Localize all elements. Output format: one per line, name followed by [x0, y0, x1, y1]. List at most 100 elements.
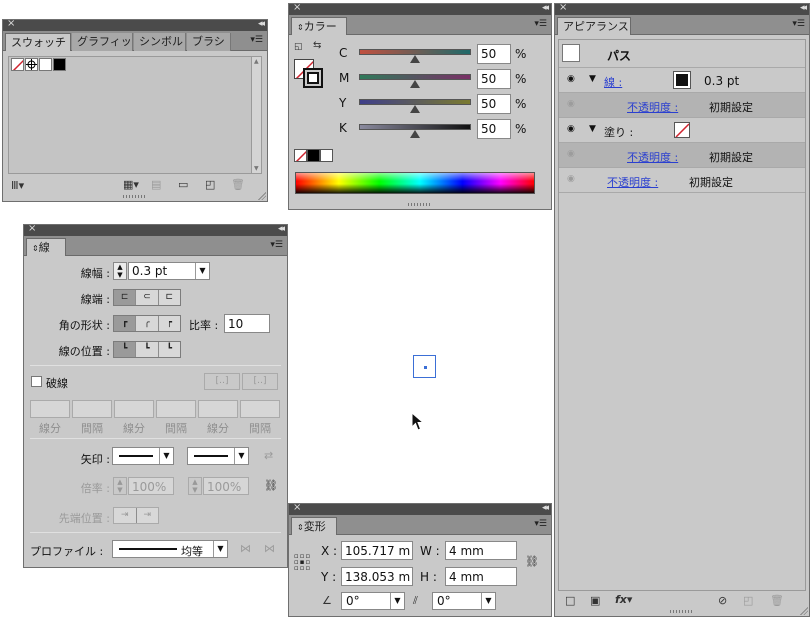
- resize-handle[interactable]: [258, 192, 266, 200]
- tab-transform[interactable]: ⇕変形: [291, 517, 337, 535]
- fill-color-swatch[interactable]: [674, 122, 690, 138]
- channel-input-m[interactable]: 50: [477, 69, 511, 89]
- eye-icon[interactable]: ◉: [567, 100, 579, 109]
- round-cap-icon[interactable]: ⊂: [136, 290, 159, 305]
- delete-swatch-icon[interactable]: 🗑: [231, 179, 245, 191]
- shear-angle-select[interactable]: 0° ▼: [432, 592, 496, 610]
- add-new-fill-icon[interactable]: ▣: [590, 595, 600, 607]
- channel-input-y[interactable]: 50: [477, 94, 511, 114]
- dropdown-arrow-icon[interactable]: ▼: [481, 593, 495, 609]
- scale-end-input[interactable]: 100%: [203, 477, 249, 495]
- channel-input-k[interactable]: 50: [477, 119, 511, 139]
- add-effect-icon[interactable]: fx▾: [615, 594, 632, 606]
- close-icon[interactable]: ×: [28, 223, 36, 235]
- dropdown-arrow-icon[interactable]: ▼: [159, 448, 173, 464]
- clear-appearance-icon[interactable]: ⊘: [718, 595, 727, 607]
- swatch-library-icon[interactable]: Ⅲ▾: [11, 180, 24, 192]
- quick-white-swatch[interactable]: [320, 149, 333, 162]
- duplicate-item-icon[interactable]: ◰: [743, 595, 753, 607]
- quick-none-swatch[interactable]: [294, 149, 307, 162]
- align-center-icon[interactable]: ┗: [114, 342, 137, 357]
- resize-handle[interactable]: [800, 607, 808, 615]
- swatches-titlebar[interactable]: × ◂◂: [3, 18, 267, 31]
- panel-menu-icon[interactable]: ▾☰: [534, 19, 547, 29]
- add-new-stroke-icon[interactable]: □: [565, 595, 575, 607]
- arrowhead-start-select[interactable]: ▼: [112, 447, 174, 465]
- scale-start-stepper[interactable]: ▲ ▼: [113, 477, 127, 495]
- stroke-titlebar[interactable]: × ◂◂: [24, 223, 287, 236]
- weight-stepper[interactable]: ▲ ▼: [113, 262, 127, 280]
- appearance-stroke-opacity-row[interactable]: ◉ 不透明度 : 初期設定: [559, 93, 805, 118]
- quick-black-swatch[interactable]: [307, 149, 320, 162]
- appearance-fill-opacity-row[interactable]: ◉ 不透明度 : 初期設定: [559, 143, 805, 168]
- stroke-link[interactable]: 線 :: [604, 74, 622, 90]
- swatch-scrollbar[interactable]: ▲ ▼: [251, 57, 261, 173]
- collapse-icon[interactable]: ◂◂: [542, 2, 549, 14]
- appearance-opacity-row[interactable]: ◉ 不透明度 : 初期設定: [559, 168, 805, 193]
- swatch-registration[interactable]: [25, 58, 38, 71]
- panel-grip[interactable]: [670, 610, 694, 613]
- channel-input-c[interactable]: 50: [477, 44, 511, 64]
- swatch-black[interactable]: [53, 58, 66, 71]
- opacity-link[interactable]: 不透明度 :: [607, 174, 658, 190]
- slider-y-thumb[interactable]: [410, 105, 420, 113]
- color-spectrum[interactable]: [295, 172, 535, 194]
- stroke-indicator[interactable]: [303, 68, 323, 88]
- dropdown-arrow-icon[interactable]: ▼: [195, 263, 209, 279]
- rotate-angle-select[interactable]: 0° ▼: [341, 592, 405, 610]
- arrowhead-end-select[interactable]: ▼: [187, 447, 249, 465]
- selected-path-bounding-box[interactable]: [413, 355, 436, 378]
- panel-grip[interactable]: [408, 203, 432, 206]
- disclosure-triangle-icon[interactable]: ▼: [589, 124, 596, 134]
- collapse-icon[interactable]: ◂◂: [258, 18, 265, 30]
- default-fill-stroke-icon[interactable]: ◱: [294, 41, 303, 53]
- collapse-icon[interactable]: ◂◂: [800, 2, 807, 14]
- appearance-titlebar[interactable]: × ◂◂: [555, 2, 809, 15]
- dashed-checkbox[interactable]: [31, 376, 42, 387]
- reference-point-icon[interactable]: ▫▫▫ ▫▪▫ ▫▫▫: [294, 553, 314, 573]
- h-input[interactable]: 4 mm: [445, 567, 517, 586]
- scale-end-stepper[interactable]: ▲ ▼: [188, 477, 202, 495]
- swatch-none[interactable]: [11, 58, 24, 71]
- align-outside-icon[interactable]: ┗: [159, 342, 180, 357]
- dropdown-arrow-icon[interactable]: ▼: [234, 448, 248, 464]
- y-input[interactable]: 138.053 m: [341, 567, 413, 586]
- flip-across-icon[interactable]: ⋈: [264, 543, 275, 555]
- appearance-fill-row[interactable]: ◉ ▼ 塗り :: [559, 118, 805, 143]
- close-icon[interactable]: ×: [7, 18, 15, 30]
- show-kinds-icon[interactable]: ▦▾: [123, 179, 139, 191]
- gap-input-3[interactable]: [240, 400, 280, 418]
- weight-combo[interactable]: 0.3 pt ▼: [128, 262, 210, 280]
- panel-menu-icon[interactable]: ▾☰: [270, 240, 283, 250]
- dash-input-3[interactable]: [198, 400, 238, 418]
- tab-color[interactable]: ⇕カラー: [291, 17, 347, 35]
- tab-stroke[interactable]: ⇕線: [26, 238, 66, 256]
- align-inside-icon[interactable]: ┗: [136, 342, 159, 357]
- butt-cap-icon[interactable]: ⊏: [114, 290, 137, 305]
- bevel-join-icon[interactable]: ┍: [159, 316, 180, 331]
- tab-symbols[interactable]: シンボル: [134, 33, 186, 51]
- eye-icon[interactable]: ◉: [567, 75, 579, 84]
- slider-k-thumb[interactable]: [410, 130, 420, 138]
- gap-input-2[interactable]: [156, 400, 196, 418]
- tab-appearance[interactable]: アピアランス: [557, 17, 631, 35]
- panel-grip[interactable]: [123, 195, 147, 198]
- tab-graphic-styles[interactable]: グラフィッ: [72, 33, 133, 51]
- swap-arrows-icon[interactable]: ⇄: [264, 450, 273, 462]
- gap-input-1[interactable]: [72, 400, 112, 418]
- stroke-opacity-link[interactable]: 不透明度 :: [627, 99, 678, 115]
- swap-fill-stroke-icon[interactable]: ⇆: [313, 40, 321, 52]
- stroke-color-swatch[interactable]: [673, 71, 691, 89]
- tab-brushes[interactable]: ブラシ: [187, 33, 231, 51]
- panel-menu-icon[interactable]: ▾☰: [534, 519, 547, 529]
- collapse-icon[interactable]: ◂◂: [278, 223, 285, 235]
- round-join-icon[interactable]: ╭: [136, 316, 159, 331]
- miter-join-icon[interactable]: ┏: [114, 316, 137, 331]
- tip-extend-icon[interactable]: ⇥: [114, 508, 137, 523]
- tip-place-icon[interactable]: ⇥: [137, 508, 159, 523]
- panel-menu-icon[interactable]: ▾☰: [250, 35, 263, 45]
- delete-item-icon[interactable]: 🗑: [770, 595, 784, 607]
- new-swatch-icon[interactable]: ◰: [205, 179, 215, 191]
- new-color-group-icon[interactable]: ▭: [178, 179, 188, 191]
- dropdown-arrow-icon[interactable]: ▼: [213, 541, 227, 557]
